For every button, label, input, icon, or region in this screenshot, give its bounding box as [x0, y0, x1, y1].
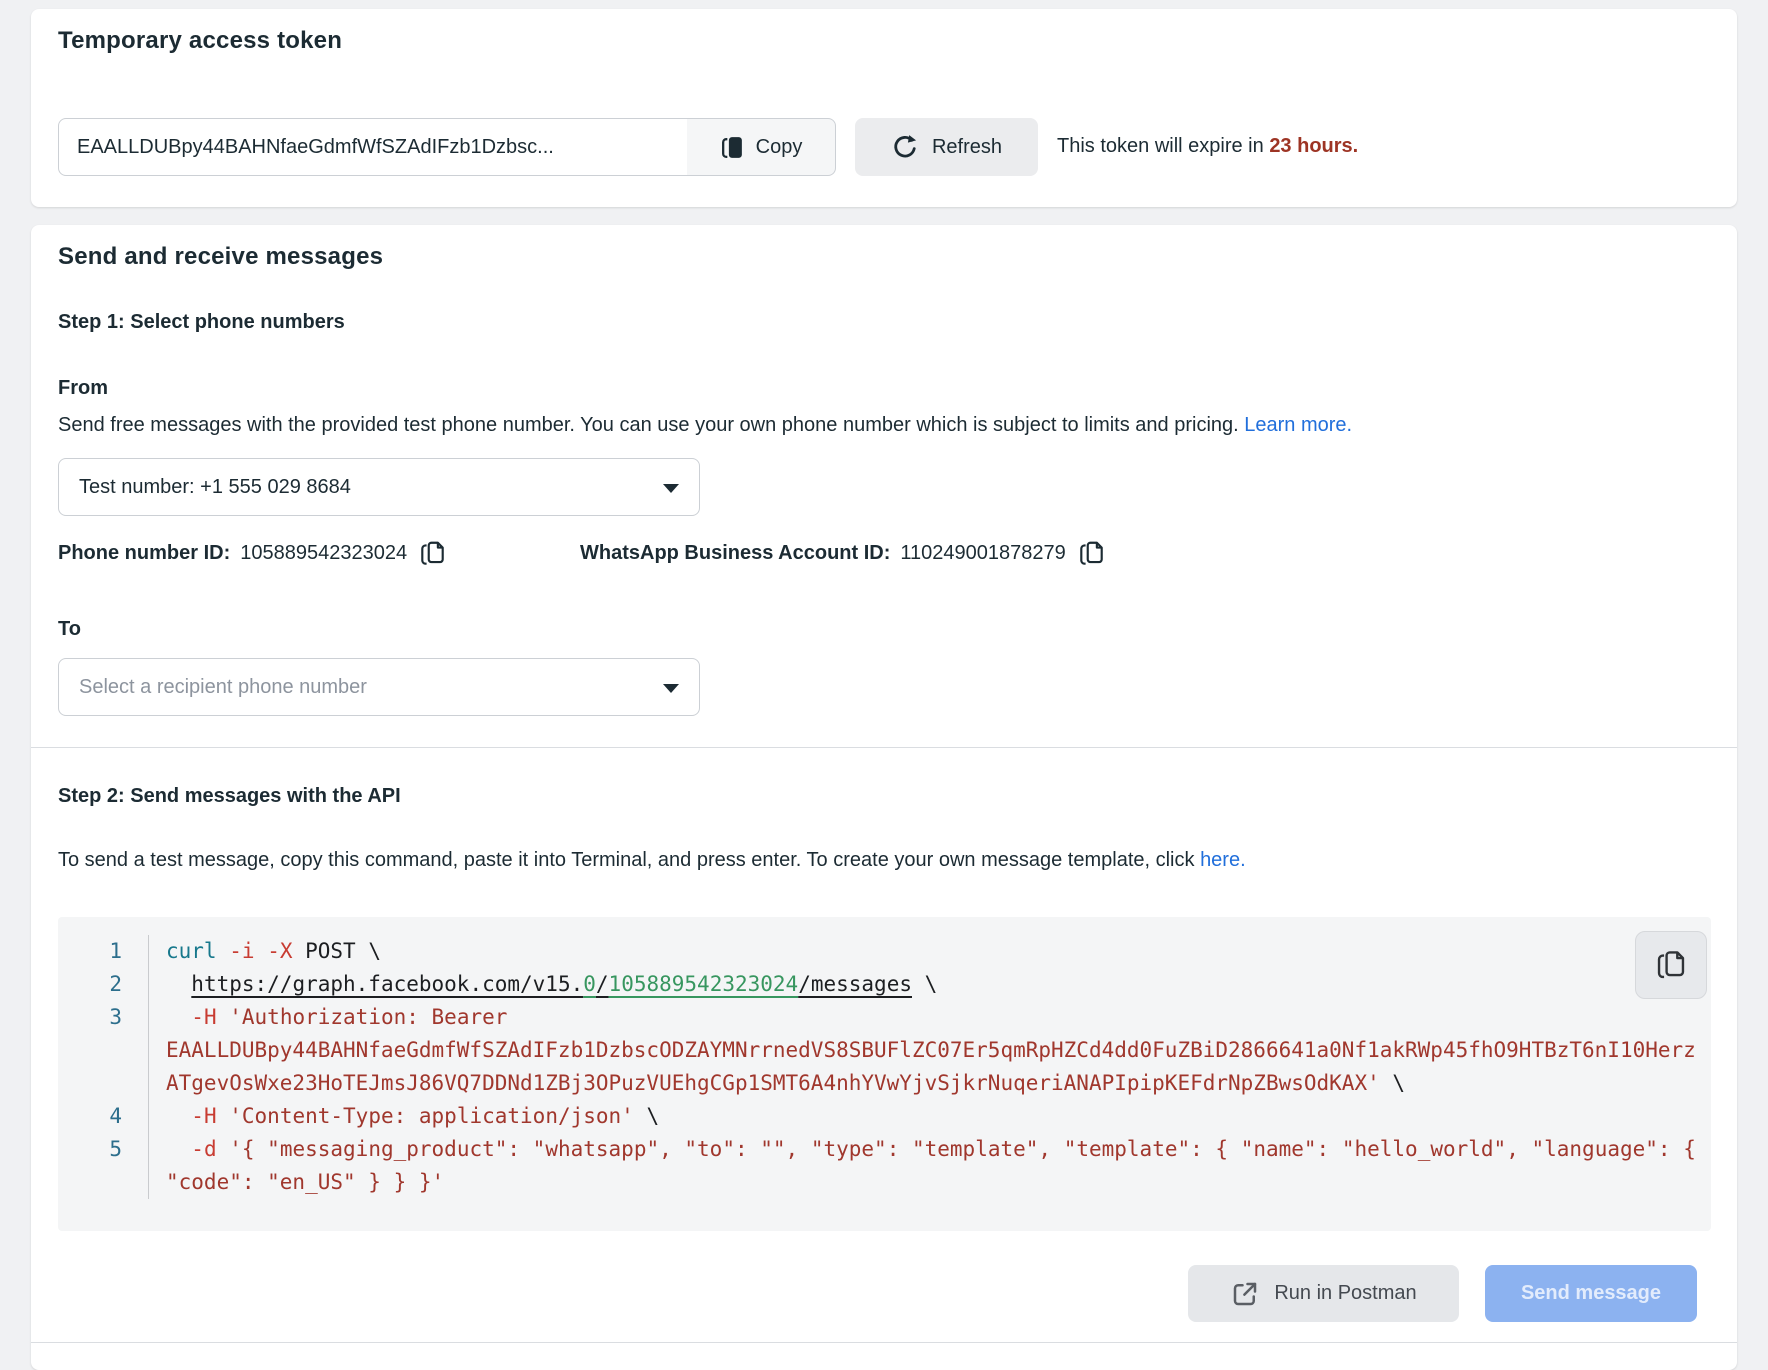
copy-icon [1078, 539, 1105, 568]
line-number: 1 [58, 935, 148, 968]
copy-phone-id-button[interactable] [417, 537, 448, 570]
copy-token-button[interactable]: Copy [687, 118, 836, 176]
token-input[interactable] [58, 118, 688, 176]
copy-icon [419, 539, 446, 568]
code-line: 1curl -i -X POST \ [58, 935, 1697, 968]
caret-down-icon [663, 684, 679, 693]
token-expiry: This token will expire in 23 hours. [1057, 135, 1358, 158]
step1-heading: Step 1: Select phone numbers [58, 311, 345, 334]
recipient-select-placeholder: Select a recipient phone number [79, 676, 367, 699]
code-line: 4 -H 'Content-Type: application/json' \ [58, 1100, 1697, 1133]
recipient-select[interactable]: Select a recipient phone number [58, 658, 700, 716]
step2-heading: Step 2: Send messages with the API [58, 785, 401, 808]
refresh-icon [891, 133, 919, 161]
code-line-content: -d '{ "messaging_product": "whatsapp", "… [148, 1133, 1697, 1199]
line-number: 3 [58, 1001, 148, 1100]
here-link[interactable]: here. [1200, 849, 1246, 871]
line-number: 5 [58, 1133, 148, 1199]
token-card-title: Temporary access token [58, 27, 342, 55]
section-divider [31, 747, 1737, 748]
waba-value: 110249001878279 [900, 542, 1065, 565]
copy-waba-id-button[interactable] [1076, 537, 1107, 570]
from-description: Send free messages with the provided tes… [58, 414, 1352, 437]
messages-card: Send and receive messages Step 1: Select… [31, 225, 1737, 1370]
code-block: 1curl -i -X POST \2 https://graph.facebo… [58, 917, 1711, 1231]
copy-icon [720, 134, 744, 161]
from-select[interactable]: Test number: +1 555 029 8684 [58, 458, 700, 516]
code-line-content: -H 'Authorization: Bearer EAALLDUBpy44BA… [148, 1001, 1697, 1100]
learn-more-link[interactable]: Learn more. [1244, 414, 1352, 436]
code-line-content: curl -i -X POST \ [148, 935, 1697, 968]
step2-description: To send a test message, copy this comman… [58, 849, 1246, 872]
from-label: From [58, 377, 108, 400]
footer-divider [31, 1342, 1737, 1343]
token-card: Temporary access token Copy Refresh This… [31, 9, 1737, 207]
code-line: 2 https://graph.facebook.com/v15.0/10588… [58, 968, 1697, 1001]
refresh-button-label: Refresh [932, 136, 1002, 159]
run-postman-label: Run in Postman [1274, 1282, 1416, 1305]
code-line: 3 -H 'Authorization: Bearer EAALLDUBpy44… [58, 1001, 1697, 1100]
code-line-content: -H 'Content-Type: application/json' \ [148, 1100, 1697, 1133]
code-lines: 1curl -i -X POST \2 https://graph.facebo… [58, 935, 1697, 1199]
code-line-content: https://graph.facebook.com/v15.0/1058895… [148, 968, 1697, 1001]
copy-button-label: Copy [756, 136, 803, 159]
line-number: 2 [58, 968, 148, 1001]
run-postman-button[interactable]: Run in Postman [1188, 1265, 1459, 1322]
send-message-button[interactable]: Send message [1485, 1265, 1697, 1322]
waba-label: WhatsApp Business Account ID: [580, 542, 890, 565]
waba-id-group: WhatsApp Business Account ID: 1102490018… [580, 537, 1107, 570]
messages-card-title: Send and receive messages [58, 243, 383, 271]
line-number: 4 [58, 1100, 148, 1133]
copy-icon [1655, 948, 1687, 982]
refresh-button[interactable]: Refresh [855, 118, 1038, 176]
phone-id-value: 105889542323024 [240, 542, 407, 565]
code-line: 5 -d '{ "messaging_product": "whatsapp",… [58, 1133, 1697, 1199]
external-link-icon [1230, 1279, 1260, 1309]
phone-id-label: Phone number ID: [58, 542, 230, 565]
phone-id-group: Phone number ID: 105889542323024 [58, 537, 448, 570]
code-copy-button[interactable] [1635, 931, 1707, 999]
from-select-value: Test number: +1 555 029 8684 [79, 476, 351, 499]
to-label: To [58, 618, 81, 641]
caret-down-icon [663, 484, 679, 493]
expiry-duration: 23 hours. [1269, 135, 1358, 157]
page: { "token_card": { "title": "Temporary ac… [0, 0, 1768, 1348]
